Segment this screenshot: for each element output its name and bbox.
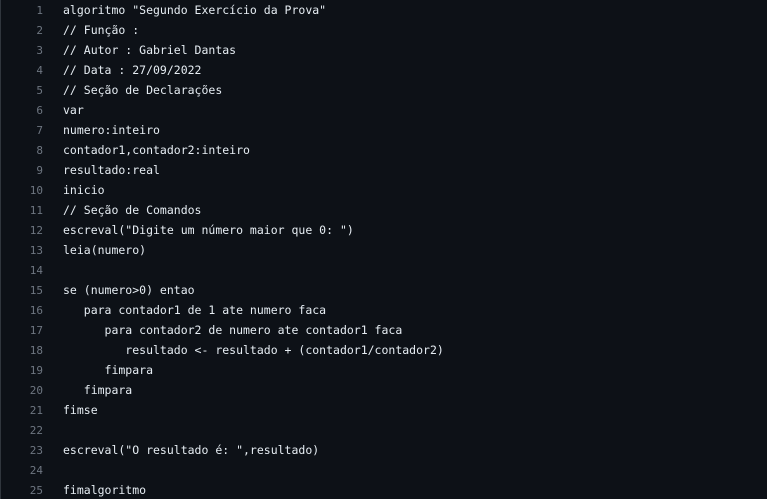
code-line: 6 var: [1, 100, 767, 120]
code-line: 11 // Seção de Comandos: [1, 200, 767, 220]
line-number: 10: [29, 183, 43, 197]
line-text: algoritmo "Segundo Exercício da Prova": [63, 3, 327, 17]
line-number: 24: [29, 463, 43, 477]
line-text: resultado:real: [63, 163, 160, 177]
line-number: 19: [29, 363, 43, 377]
code-line: 2 // Função :: [1, 20, 767, 40]
code-line: 25 fimalgoritmo: [1, 480, 767, 499]
line-number: 3: [36, 43, 43, 57]
line-text: se (numero>0) entao: [63, 283, 195, 297]
code-line: 14: [1, 260, 767, 280]
line-number: 18: [29, 343, 43, 357]
line-number: 13: [29, 243, 43, 257]
line-number: 7: [36, 123, 43, 137]
line-number: 17: [29, 323, 43, 337]
line-text: fimpara: [63, 363, 154, 377]
line-number: 4: [36, 63, 43, 77]
line-number: 14: [29, 263, 43, 277]
line-text: // Seção de Declarações: [63, 83, 223, 97]
code-line: 18 resultado <- resultado + (contador1/c…: [1, 340, 767, 360]
code-lines: 1 algoritmo "Segundo Exercício da Prova" …: [1, 0, 767, 499]
code-line: 13 leia(numero): [1, 240, 767, 260]
code-line: 19 fimpara: [1, 360, 767, 380]
line-text: // Seção de Comandos: [63, 203, 202, 217]
line-number: 5: [36, 83, 43, 97]
code-line: 4 // Data : 27/09/2022: [1, 60, 767, 80]
code-line: 10 inicio: [1, 180, 767, 200]
code-line: 20 fimpara: [1, 380, 767, 400]
code-line: 3 // Autor : Gabriel Dantas: [1, 40, 767, 60]
line-number: 12: [29, 223, 43, 237]
line-text: // Função :: [63, 23, 140, 37]
line-text: fimpara: [63, 383, 133, 397]
code-line: 8 contador1,contador2:inteiro: [1, 140, 767, 160]
line-text: resultado <- resultado + (contador1/cont…: [63, 343, 444, 357]
code-line: 15 se (numero>0) entao: [1, 280, 767, 300]
line-number: 25: [29, 483, 43, 497]
line-number: 8: [36, 143, 43, 157]
line-number: 2: [36, 23, 43, 37]
code-line: 16 para contador1 de 1 ate numero faca: [1, 300, 767, 320]
code-line: 9 resultado:real: [1, 160, 767, 180]
code-line: 23 escreval("O resultado é: ",resultado): [1, 440, 767, 460]
line-text: escreval("O resultado é: ",resultado): [63, 443, 320, 457]
code-viewer: 1 algoritmo "Segundo Exercício da Prova" …: [0, 0, 767, 499]
line-number: 15: [29, 283, 43, 297]
line-number: 6: [36, 103, 43, 117]
code-line: 1 algoritmo "Segundo Exercício da Prova": [1, 0, 767, 20]
line-text: contador1,contador2:inteiro: [63, 143, 250, 157]
line-text: inicio: [63, 183, 105, 197]
code-line: 7 numero:inteiro: [1, 120, 767, 140]
code-line: 5 // Seção de Declarações: [1, 80, 767, 100]
line-text: fimse: [63, 403, 98, 417]
line-text: var: [63, 103, 84, 117]
line-number: 21: [29, 403, 43, 417]
line-text: // Data : 27/09/2022: [63, 63, 202, 77]
line-number: 9: [36, 163, 43, 177]
line-text: numero:inteiro: [63, 123, 160, 137]
line-text: leia(numero): [63, 243, 147, 257]
line-number: 23: [29, 443, 43, 457]
line-number: 1: [36, 3, 43, 17]
line-text: escreval("Digite um número maior que 0: …: [63, 223, 354, 237]
line-number: 11: [29, 203, 43, 217]
code-line: 24: [1, 460, 767, 480]
code-line: 12 escreval("Digite um número maior que 0…: [1, 220, 767, 240]
line-number: 16: [29, 303, 43, 317]
line-text: para contador2 de numero ate contador1 f…: [63, 323, 403, 337]
line-text: // Autor : Gabriel Dantas: [63, 43, 237, 57]
line-text: para contador1 de 1 ate numero faca: [63, 303, 327, 317]
line-text: fimalgoritmo: [63, 483, 147, 497]
line-number: 22: [29, 423, 43, 437]
code-line: 21 fimse: [1, 400, 767, 420]
code-line: 22: [1, 420, 767, 440]
code-line: 17 para contador2 de numero ate contador…: [1, 320, 767, 340]
line-number: 20: [29, 383, 43, 397]
